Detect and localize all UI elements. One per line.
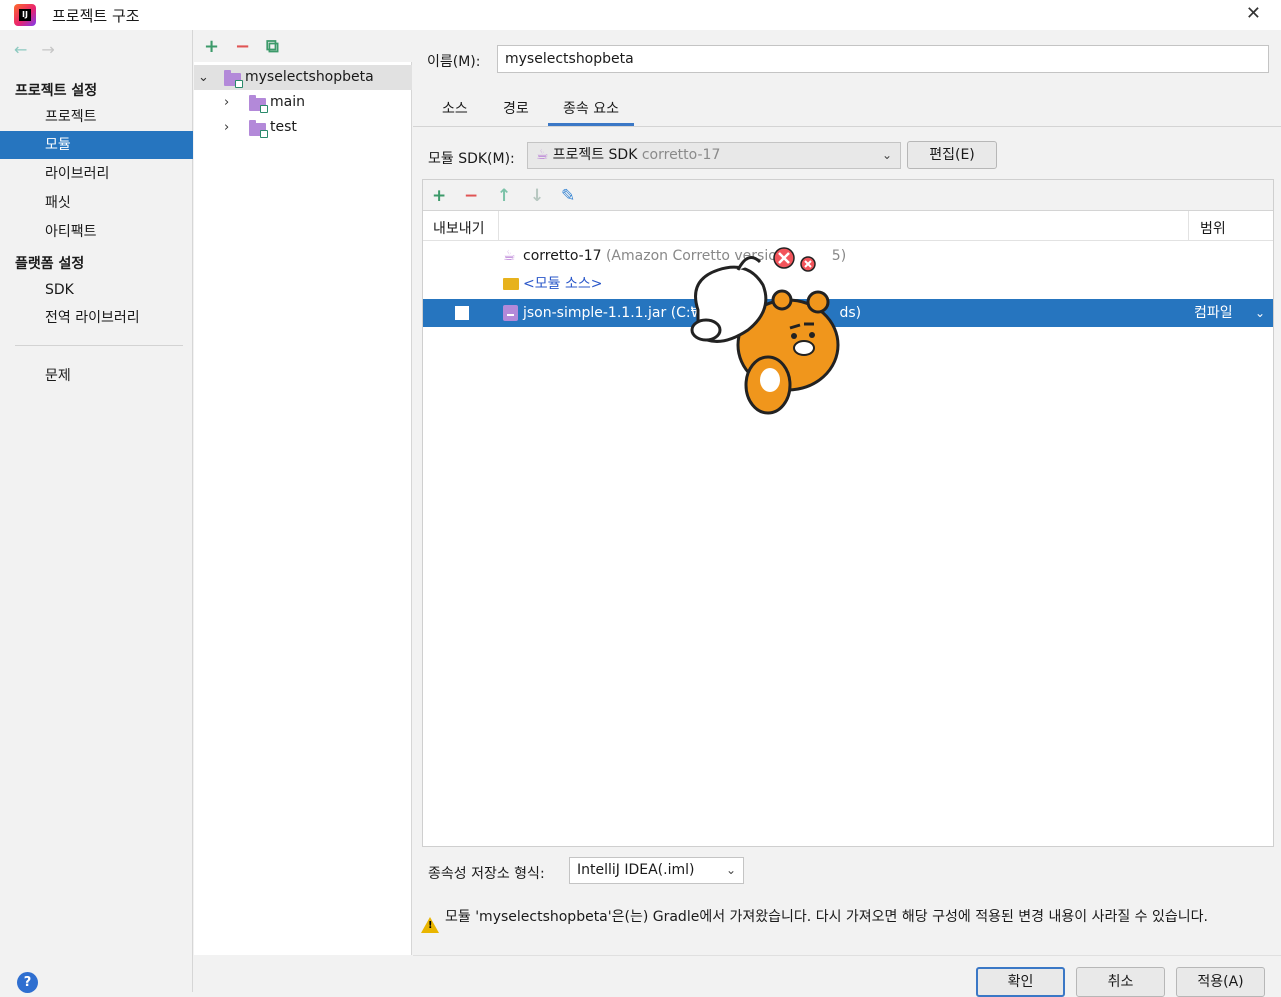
nav-item-sdk[interactable]: SDK	[0, 276, 193, 304]
dependency-name: <모듈 소스>	[523, 276, 603, 292]
tree-root-label: myselectshopbeta	[245, 69, 374, 85]
move-down-icon[interactable]: ↓	[530, 187, 544, 205]
add-dependency-icon[interactable]: +	[432, 187, 446, 205]
tree-item-label: test	[270, 119, 297, 135]
scope-select[interactable]: 컴파일	[1194, 299, 1233, 327]
back-arrow-icon[interactable]: ←	[14, 40, 41, 59]
storage-format-label: 종속성 저장소 형식:	[428, 866, 545, 882]
project-settings-heading: 프로젝트 설정	[15, 83, 98, 99]
title-bar: IJ 프로젝트 구조 ✕	[0, 0, 1281, 30]
platform-settings-heading: 플랫폼 설정	[15, 256, 85, 272]
bear-sticker-image	[690, 247, 840, 415]
nav-item-modules[interactable]: 모듈	[0, 131, 193, 159]
apply-button[interactable]: 적용(A)	[1176, 967, 1265, 997]
java-icon: ☕	[536, 147, 549, 163]
source-folder-icon	[503, 278, 519, 290]
nav-item-artifacts[interactable]: 아티팩트	[0, 218, 193, 246]
dependency-name: corretto-17	[523, 248, 602, 264]
sdk-value-version: corretto-17	[641, 147, 721, 163]
module-folder-icon	[224, 70, 243, 88]
dependency-name: json-simple-1.1.1.jar	[523, 305, 667, 321]
add-module-icon[interactable]: +	[204, 38, 219, 56]
chevron-down-icon: ⌄	[881, 148, 892, 162]
tab-dependencies[interactable]: 종속 요소	[548, 98, 634, 126]
close-icon[interactable]: ✕	[1246, 3, 1261, 24]
warning-icon: !	[421, 917, 439, 933]
nav-divider	[15, 345, 183, 346]
forward-arrow-icon[interactable]: →	[41, 40, 68, 59]
tab-sources[interactable]: 소스	[442, 98, 468, 126]
module-name-input[interactable]: myselectshopbeta	[497, 45, 1269, 73]
cancel-button[interactable]: 취소	[1076, 967, 1165, 997]
tree-item-label: main	[270, 94, 305, 110]
module-folder-icon	[249, 95, 268, 113]
dependencies-table: + − ↑ ↓ ✎ 내보내기 범위 ☕ corretto-17 (Amazon …	[422, 179, 1274, 847]
module-sdk-select[interactable]: ☕ 프로젝트 SDK corretto-17 ⌄	[527, 142, 901, 169]
nav-arrows: ←→	[14, 40, 69, 59]
java-sdk-icon: ☕	[503, 248, 516, 264]
dependency-row-json-simple[interactable]: json-simple-1.1.1.jar (C:₩ ds) 컴파일 ⌄	[423, 299, 1273, 327]
nav-item-libraries[interactable]: 라이브러리	[0, 160, 193, 188]
dependencies-header: 내보내기 범위	[423, 211, 1273, 241]
tree-item-main[interactable]: › main	[194, 90, 412, 115]
ok-button[interactable]: 확인	[976, 967, 1065, 997]
settings-nav-panel: ←→ 프로젝트 설정 프로젝트 모듈 라이브러리 패싯 아티팩트 플랫폼 설정 …	[0, 30, 193, 993]
chevron-down-icon: ⌄	[725, 863, 736, 877]
move-up-icon[interactable]: ↑	[497, 187, 511, 205]
dependency-row-jdk[interactable]: ☕ corretto-17 (Amazon Corretto versio 5)	[423, 242, 1273, 270]
jar-library-icon	[503, 305, 518, 321]
tree-root-myselectshopbeta[interactable]: ⌄ myselectshopbeta	[194, 65, 412, 90]
column-scope[interactable]: 범위	[1200, 218, 1226, 238]
chevron-right-icon[interactable]: ›	[224, 90, 229, 115]
remove-dependency-icon[interactable]: −	[464, 187, 478, 205]
nav-item-global-libraries[interactable]: 전역 라이브러리	[0, 304, 193, 332]
copy-module-icon[interactable]: ⧉	[266, 38, 279, 56]
dependency-row-module-source[interactable]: <모듈 소스>	[423, 270, 1273, 298]
module-tree-panel: + − ⧉ ⌄ myselectshopbeta › main › test	[194, 30, 412, 955]
storage-format-value: IntelliJ IDEA(.iml)	[577, 862, 695, 878]
storage-format-select[interactable]: IntelliJ IDEA(.iml) ⌄	[569, 857, 744, 884]
export-checkbox[interactable]	[455, 306, 469, 320]
module-detail-panel: 이름(M): myselectshopbeta 소스 경로 종속 요소 모듈 S…	[413, 30, 1281, 997]
chevron-down-icon[interactable]: ⌄	[198, 65, 209, 90]
sdk-value-prefix: 프로젝트 SDK	[552, 147, 638, 163]
name-label: 이름(M):	[427, 54, 481, 70]
intellij-app-icon: IJ	[14, 4, 36, 26]
column-export[interactable]: 내보내기	[433, 218, 485, 238]
help-icon[interactable]: ?	[17, 972, 38, 993]
gradle-warning-text: 모듈 'myselectshopbeta'은(는) Gradle에서 가져왔습니…	[445, 909, 1208, 925]
window-title: 프로젝트 구조	[52, 7, 140, 25]
dependencies-toolbar: + − ↑ ↓ ✎	[423, 180, 1273, 211]
nav-item-project[interactable]: 프로젝트	[0, 103, 193, 131]
edit-pencil-icon[interactable]: ✎	[561, 187, 575, 205]
tabs-divider	[413, 126, 1281, 127]
tab-paths[interactable]: 경로	[503, 98, 529, 126]
chevron-right-icon[interactable]: ›	[224, 115, 229, 140]
edit-sdk-button[interactable]: 편집(E)	[907, 141, 997, 169]
nav-item-problems[interactable]: 문제	[0, 362, 193, 390]
module-folder-icon	[249, 120, 268, 138]
chevron-down-icon[interactable]: ⌄	[1255, 299, 1265, 327]
nav-item-facets[interactable]: 패싯	[0, 189, 193, 217]
tree-item-test[interactable]: › test	[194, 115, 412, 140]
module-sdk-label: 모듈 SDK(M):	[428, 151, 515, 167]
module-tree-toolbar: + − ⧉	[194, 30, 412, 62]
remove-module-icon[interactable]: −	[235, 38, 250, 56]
